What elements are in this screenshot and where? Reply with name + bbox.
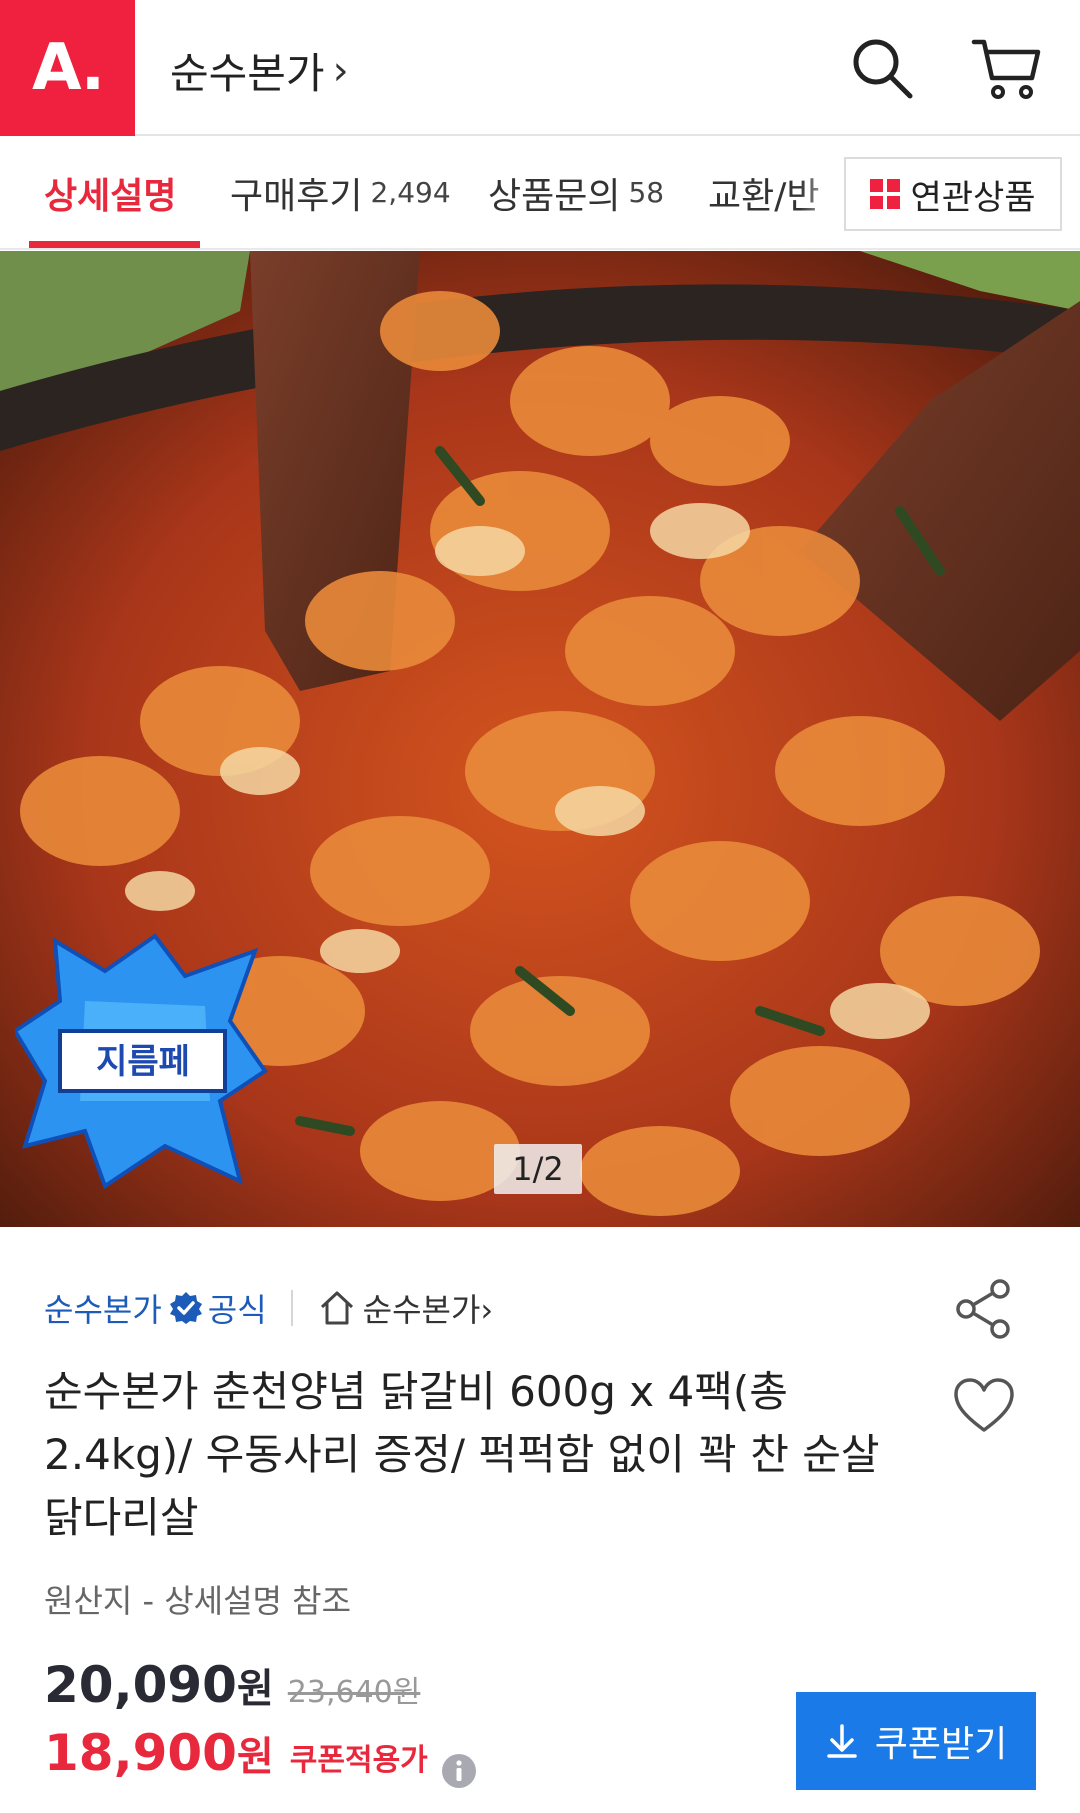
sale-badge-image: 지름페	[15, 933, 268, 1190]
tab-label: 상세설명	[44, 175, 177, 217]
store-home-link[interactable]: 순수본가›	[363, 1285, 494, 1331]
tab-label: 구매후기	[230, 175, 363, 217]
download-icon	[827, 1724, 857, 1758]
original-price: 23,640원	[287, 1675, 421, 1710]
coupon-price-label: 쿠폰적용가	[289, 1743, 428, 1778]
price-currency: 원	[236, 1666, 274, 1712]
tab-count: 58	[628, 176, 665, 209]
share-button[interactable]	[952, 1276, 1016, 1342]
grid-icon	[870, 179, 901, 209]
product-tabs: 상세설명 구매후기 2,494 상품문의 58 교환/반 연관상품	[0, 137, 1080, 250]
top-header: A. 순수본가 ›	[0, 0, 1080, 136]
search-icon	[853, 39, 913, 99]
tab-reviews[interactable]: 구매후기 2,494	[230, 137, 451, 248]
sale-price: 20,090	[44, 1656, 237, 1714]
seller-name[interactable]: 순수본가	[44, 1285, 162, 1331]
tab-inquiries[interactable]: 상품문의 58	[488, 137, 664, 248]
seller-row: 순수본가 공식 순수본가›	[44, 1283, 493, 1333]
coupon-button-label: 쿠폰받기	[874, 1724, 1008, 1765]
home-icon	[320, 1291, 353, 1325]
official-label: 공식	[207, 1291, 267, 1329]
tab-fade	[800, 137, 845, 248]
cart-icon	[971, 39, 1041, 99]
active-tab-indicator	[29, 241, 200, 248]
image-counter: 1/2	[494, 1144, 582, 1194]
get-coupon-button[interactable]: 쿠폰받기	[796, 1692, 1036, 1790]
product-image-carousel[interactable]: 지름페 1/2	[0, 251, 1080, 1227]
logo-text: A.	[31, 31, 105, 105]
search-button[interactable]	[848, 34, 918, 104]
cart-button[interactable]	[970, 34, 1042, 104]
badge-text: 지름페	[96, 1042, 190, 1082]
related-products-label: 연관상품	[910, 177, 1036, 218]
origin-info: 원산지 - 상세설명 참조	[44, 1582, 352, 1620]
tab-count: 2,494	[370, 176, 451, 209]
store-title: 순수본가	[170, 49, 325, 98]
tab-detail[interactable]: 상세설명	[44, 137, 176, 248]
share-icon	[956, 1279, 1010, 1339]
chevron-right-icon: ›	[332, 47, 349, 94]
heart-icon	[954, 1378, 1014, 1432]
coupon-price: 18,900	[44, 1724, 237, 1782]
price-row: 20,090 원 23,640원	[44, 1656, 420, 1730]
related-products-button[interactable]: 연관상품	[844, 157, 1062, 231]
product-title: 순수본가 춘천양념 닭갈비 600g x 4팩(총2.4kg)/ 우동사리 증정…	[44, 1367, 880, 1542]
app-logo[interactable]: A.	[0, 0, 135, 136]
info-icon[interactable]	[440, 1752, 478, 1790]
wishlist-button[interactable]	[952, 1376, 1016, 1436]
tab-label: 상품문의	[488, 175, 621, 217]
store-link-label: 순수본가	[362, 1291, 481, 1329]
divider	[290, 1290, 293, 1326]
verified-badge-icon	[169, 1292, 202, 1324]
chevron-right-icon: ›	[480, 1291, 494, 1329]
store-title-link[interactable]: 순수본가 ›	[170, 40, 349, 101]
coupon-price-currency: 원	[236, 1734, 274, 1780]
coupon-price-row: 18,900 원 쿠폰적용가	[44, 1724, 478, 1798]
